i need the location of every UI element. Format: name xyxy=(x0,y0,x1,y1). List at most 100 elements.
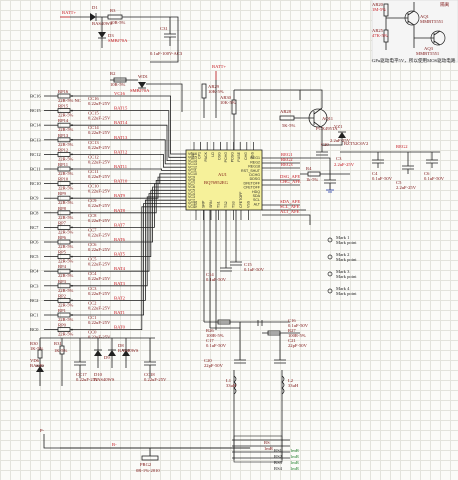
aq3-part: MMBT5551 xyxy=(416,51,440,56)
c14-value: 0.1uF-50V xyxy=(206,277,227,282)
shunt-value: 1mR xyxy=(290,448,300,453)
c31-value: 0.1uF-100V-AC3 xyxy=(150,51,183,56)
r2-ref: R2 xyxy=(110,71,116,76)
cell-net-label: BAT5 xyxy=(114,252,126,257)
cell-net-label: BAT1 xyxy=(114,310,126,315)
cell-connector-label: BC6 xyxy=(30,240,39,245)
cell-resistor-value: 22R-5% xyxy=(58,186,73,191)
rs-main-ref: RS xyxy=(264,440,270,445)
cell-resistor-ref: RP16 xyxy=(58,89,69,94)
cell-connector-label: BC0 xyxy=(30,327,39,332)
p-net-label: P- xyxy=(40,428,45,433)
ic-pin-bottom-vss: VSS xyxy=(247,200,251,208)
r3-value: 10R-5% xyxy=(110,20,125,25)
ic-pin-top-pchg: PCHG xyxy=(224,152,228,163)
mark-point: Mark 1Mark point xyxy=(327,235,357,245)
ic-part: BQ76952EG xyxy=(204,180,229,185)
junction-dot xyxy=(71,328,73,331)
cell-cap-value: 0.22uF-25V xyxy=(88,116,111,121)
cell-resistor-value: 22R-5% xyxy=(58,200,73,205)
corner-note: GPu驱动电平5V，所以使用MOS驱动电路 xyxy=(372,57,456,64)
ic-pin-top-chg: CHG xyxy=(244,152,248,160)
bottom-bus-group: P- B- RS 1mR PRG2 0R-1%-2010 RS1 1mRRS2 1m… xyxy=(40,410,300,473)
junction-dot xyxy=(71,95,73,97)
c20-value: 2.2uF-25V xyxy=(330,138,351,143)
cell-resistor-value: 22R-5% xyxy=(58,127,73,132)
cell-connector-label: BC11 xyxy=(30,167,41,172)
mark-point-symbol xyxy=(327,288,333,294)
ar28-value: 5K-5% xyxy=(282,123,295,128)
cell-wire-to-ic xyxy=(70,206,186,330)
cell-resistor-ref: RP2 xyxy=(58,293,67,298)
b-net-label: B- xyxy=(112,442,117,447)
junction-dot xyxy=(71,241,73,243)
cell-cap-value: 0.22uF-25V xyxy=(88,247,111,252)
resistor-ar28-symbol xyxy=(279,115,295,121)
cell-cap-value: 0.22uF-25V xyxy=(88,335,111,340)
r31-value: 1K-5% xyxy=(54,348,67,353)
cell-cap-value: 0.22uF-25V xyxy=(88,232,111,237)
cell-input-network: BC16RP1622R-5% NC CC160.22uF-25VVC16BC15R… xyxy=(30,89,186,340)
junction-dot xyxy=(71,211,73,214)
cell-resistor-ref: RP0 xyxy=(58,323,67,328)
cell-resistor-ref: RP3 xyxy=(58,279,67,284)
resistor-r3-symbol xyxy=(107,14,123,20)
cell-cap-value: 0.22uF-25V xyxy=(88,276,111,281)
r3-ref: R3 xyxy=(110,8,116,13)
ic-ref: AU1 xyxy=(218,172,228,177)
ic-pin-bottom-srn: SRN xyxy=(209,200,213,208)
prg2-value: 0R-1%-2010 xyxy=(136,468,160,473)
ic-pin-top-pack: PACK xyxy=(204,151,208,161)
aq1-part: MMBT5551 xyxy=(420,19,444,24)
c15-value: 0.1uF-50V xyxy=(244,267,265,272)
junction-dot xyxy=(71,124,73,127)
junction-dot xyxy=(71,109,73,112)
cell-connector-label: BC14 xyxy=(30,123,41,128)
prg2-ref: PRG2 xyxy=(140,462,152,467)
cell-net-label: BAT12 xyxy=(114,149,128,154)
c21-value: 22pF-50V xyxy=(288,343,308,348)
cell-connector-label: BC1 xyxy=(30,313,39,318)
cell-net-label: BAT9 xyxy=(114,193,126,198)
cell-cap-value: 0.22uF-25V xyxy=(88,145,111,150)
junction-dot xyxy=(71,153,73,156)
cell-resistor-ref: RP13 xyxy=(58,133,69,138)
cell-resistor-value: 22R-5% xyxy=(58,142,73,147)
cell-net-label: BAT14 xyxy=(114,120,128,125)
batt-net-label-mid: BATT+ xyxy=(212,64,226,69)
bottom-protection-group: R30 1K-5% VD6 BAS40 R31 1K-5% CC17 0.22u… xyxy=(30,337,167,386)
ts-caps-group: C15 0.1uF-50V C14 0.1uF-50V xyxy=(206,210,265,282)
ar20-value: 1M-5% xyxy=(372,7,386,12)
resistor-r30-symbol xyxy=(37,349,43,359)
cell-cap-value: 0.22uF-25V xyxy=(88,174,111,179)
c20-ref: C20 xyxy=(321,142,329,147)
ic-pin-bottom-cfetoff: CFETOFF xyxy=(239,191,243,208)
zener-d3-symbol xyxy=(98,32,106,38)
cell-input-row: BC12RP1222R-5% CC120.22uF-25VBAT12 xyxy=(30,147,186,168)
mark-sub: Mark point xyxy=(336,240,357,245)
resistor-r4-symbol xyxy=(307,171,321,177)
mark-point-symbol xyxy=(327,254,333,260)
shunt-ref: RS3 xyxy=(274,460,283,465)
cell-input-row: BC5RP522R-5% CC50.22uF-25VBAT5 xyxy=(30,189,186,267)
l2-value: 33uH xyxy=(288,383,299,388)
cell-resistor-value: 22R-5% xyxy=(58,288,73,293)
zener-part: SMBJ70A xyxy=(108,38,128,43)
resistor-ar29-symbol xyxy=(201,83,207,99)
comm-nets-group: DSG_AFE CHG_AFE SDA_AFE SCL_AFE ALT_AFE xyxy=(262,174,311,225)
cell-net-label: BAT2 xyxy=(114,295,126,300)
c17-value: 0.1uF-50V xyxy=(206,343,227,348)
c31-ref: C31 xyxy=(160,26,168,31)
ic-pin-top-pdsg: PDSG xyxy=(231,152,235,162)
mark-point-symbol xyxy=(327,237,333,243)
cell-resistor-ref: RP8 xyxy=(58,206,67,211)
vz1-ref: VZ1 xyxy=(334,124,343,129)
cell-connector-label: BC7 xyxy=(30,225,39,230)
c3-ref: C3 xyxy=(336,156,342,161)
ic-pin-bottom-ts2: TS2 xyxy=(224,201,228,208)
junction-dot xyxy=(71,270,73,273)
cell-connector-label: BC4 xyxy=(30,269,39,274)
ic-pin-bottom-srp: SRP xyxy=(202,200,206,208)
cell-cap-value: 0.22uF-25V xyxy=(88,320,111,325)
cell-cap-value: 0.22uF-25V xyxy=(88,159,111,164)
